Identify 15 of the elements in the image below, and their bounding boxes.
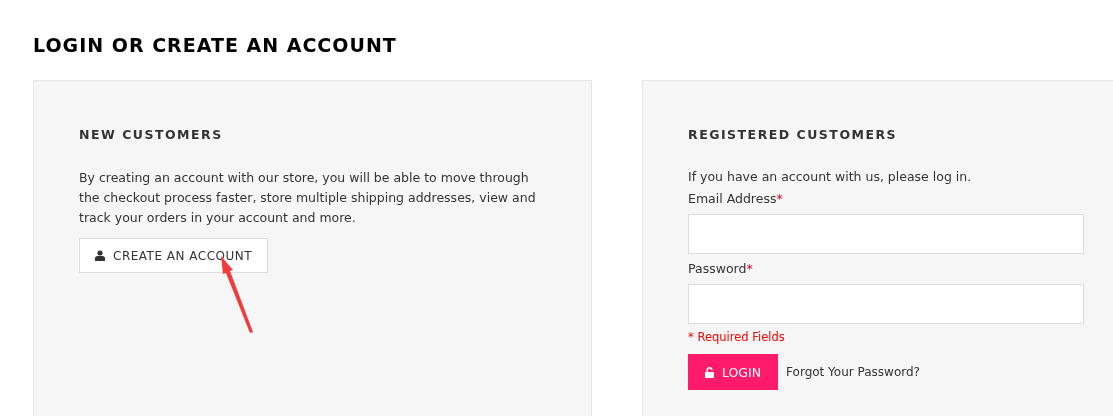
description-text: By creating an account with our store, you will be able to move through the checkout process faster, store multiple shipping addresses, view and track your orders in your account and more. [79,169,537,227]
unlock-icon [705,366,714,378]
section-heading: NEW CUSTOMERS [79,126,224,144]
intro-text: If you have an account with us, please log in. [688,168,973,186]
field-label: Email Address* [688,190,784,208]
page-title: LOGIN OR CREATE AN ACCOUNT [33,33,398,58]
forgot-password-link[interactable]: Forgot Your Password? [786,365,920,379]
create-account-button[interactable]: CREATE AN ACCOUNT [79,238,269,273]
user-icon [95,250,105,261]
required-note: * Required Fields [688,330,786,344]
input-field[interactable] [688,214,1084,254]
login-button[interactable]: LOGIN [688,354,779,390]
section-heading: REGISTERED CUSTOMERS [688,126,899,144]
field-label: Password* [688,260,754,278]
input-field[interactable] [688,284,1084,324]
